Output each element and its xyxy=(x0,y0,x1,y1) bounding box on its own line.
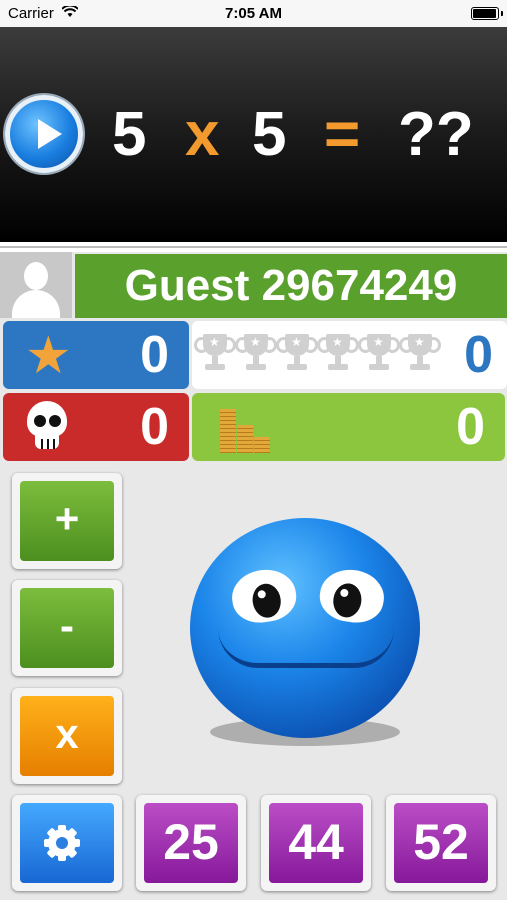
trophy-icon: ★ xyxy=(358,334,400,374)
settings-face xyxy=(20,803,114,883)
stars-stat: ★ 0 xyxy=(3,321,189,389)
avatar-head xyxy=(24,262,48,290)
operand-b: 5 xyxy=(252,100,287,169)
skull-icon xyxy=(25,401,69,453)
coins-count: 0 xyxy=(456,398,485,456)
play-button[interactable] xyxy=(5,95,83,173)
battery-icon xyxy=(471,7,503,20)
star-icon: ★ xyxy=(25,327,72,385)
operand-a: 5 xyxy=(112,100,147,169)
smiley-mascot xyxy=(190,518,420,748)
avatar[interactable] xyxy=(0,252,72,318)
settings-button[interactable] xyxy=(12,795,122,891)
coins-stat: 0 xyxy=(192,393,505,461)
mascot-mouth xyxy=(218,628,394,668)
trophy-icon: ★ xyxy=(235,334,277,374)
multiply-label: x xyxy=(20,696,114,776)
deaths-stat: 0 xyxy=(3,393,189,461)
deaths-count: 0 xyxy=(140,398,169,456)
trophy-icon: ★ xyxy=(399,334,441,374)
stars-count: 0 xyxy=(140,326,169,384)
answer-placeholder: ?? xyxy=(398,100,474,169)
trophy-icon: ★ xyxy=(194,334,236,374)
subtract-operation-button[interactable]: - xyxy=(12,580,122,676)
answer-button[interactable]: 52 xyxy=(386,795,496,891)
subtract-label: - xyxy=(20,588,114,668)
clock: 7:05 AM xyxy=(225,5,282,22)
operator: x xyxy=(185,100,220,169)
divider xyxy=(0,242,507,252)
answer-button[interactable]: 44 xyxy=(261,795,371,891)
trophy-icon: ★ xyxy=(317,334,359,374)
trophies-stat: ★ ★ ★ ★ ★ ★ 0 xyxy=(192,321,507,389)
coins-icon xyxy=(220,405,280,453)
answer-value: 44 xyxy=(269,803,363,883)
avatar-body xyxy=(12,290,60,318)
question-panel: 5 x 5 = ?? xyxy=(0,27,507,242)
player-name: Guest 29674249 xyxy=(75,254,507,318)
multiply-operation-button[interactable]: x xyxy=(12,688,122,784)
trophies-count: 0 xyxy=(464,326,493,384)
add-operation-button[interactable]: + xyxy=(12,473,122,569)
equals-sign: = xyxy=(324,100,361,169)
battery-level xyxy=(473,9,496,18)
answer-value: 25 xyxy=(144,803,238,883)
answer-value: 52 xyxy=(394,803,488,883)
play-icon xyxy=(38,119,62,149)
answer-button[interactable]: 25 xyxy=(136,795,246,891)
trophy-icon: ★ xyxy=(276,334,318,374)
status-bar: Carrier 7:05 AM xyxy=(0,0,507,27)
gear-icon xyxy=(44,825,80,861)
add-label: + xyxy=(20,481,114,561)
